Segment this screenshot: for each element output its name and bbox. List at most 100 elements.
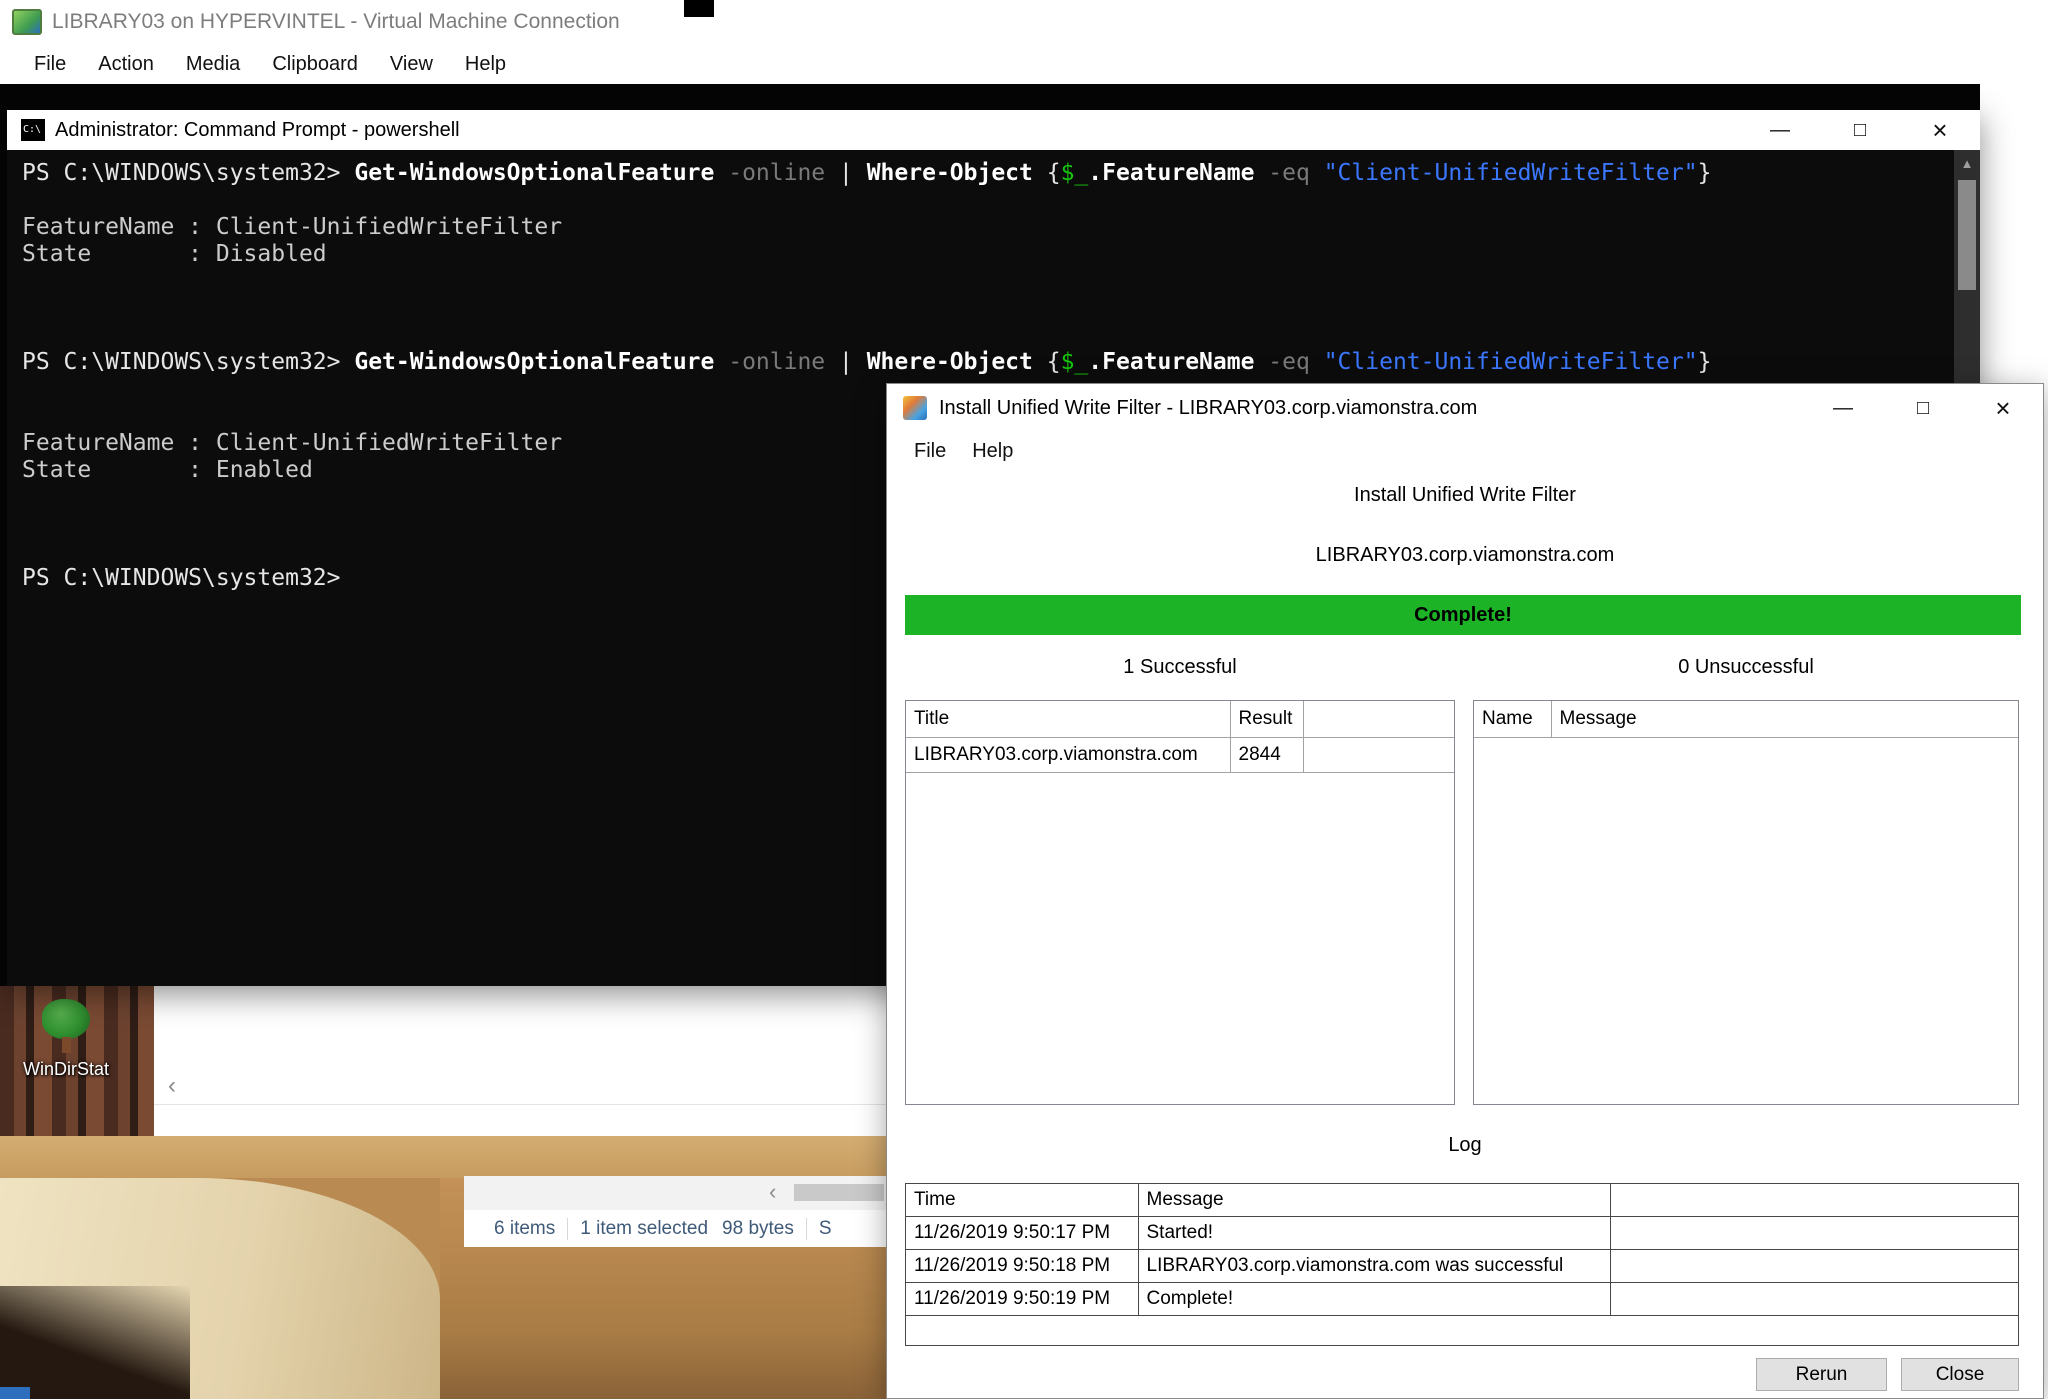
powershell-titlebar[interactable]: C:\ Administrator: Command Prompt - powe… xyxy=(7,110,1980,150)
close-dialog-button[interactable]: Close xyxy=(1901,1358,2019,1391)
console-line: PS C:\WINDOWS\system32> Get-WindowsOptio… xyxy=(22,160,1940,187)
status-cut-text: S xyxy=(819,1218,832,1240)
wallpaper-wood-band xyxy=(0,1136,886,1178)
table-cell: Complete! xyxy=(1138,1283,1610,1316)
column-header[interactable]: Message xyxy=(1551,701,2018,738)
table-row[interactable]: 11/26/2019 9:50:18 PMLIBRARY03.corp.viam… xyxy=(906,1250,2018,1283)
table-row[interactable]: LIBRARY03.corp.viamonstra.com2844 xyxy=(906,738,1454,773)
log-section-label: Log xyxy=(887,1134,2043,1157)
menu-item-media[interactable]: Media xyxy=(170,53,256,76)
screen: LIBRARY03 on HYPERVINTEL - Virtual Machi… xyxy=(0,0,2048,1399)
window-controls: — □ × xyxy=(1803,388,2043,428)
console-line: PS C:\WINDOWS\system32> Get-WindowsOptio… xyxy=(22,349,1940,376)
close-button[interactable]: × xyxy=(1900,110,1980,150)
unsuccessful-count-label: 0 Unsuccessful xyxy=(1473,656,2019,679)
success-table: TitleResult LIBRARY03.corp.viamonstra.co… xyxy=(906,701,1454,773)
status-selected-size: 98 bytes xyxy=(722,1218,794,1240)
desktop-icon-windirstat[interactable]: WinDirStat xyxy=(18,999,114,1099)
menu-item-file[interactable]: File xyxy=(901,440,959,463)
dialog-title: Install Unified Write Filter - LIBRARY03… xyxy=(939,397,1477,420)
menu-item-help[interactable]: Help xyxy=(959,440,1026,463)
horizontal-scrollbar[interactable]: ‹ xyxy=(464,1176,886,1210)
table-header-row: TimeMessage xyxy=(906,1184,2018,1217)
progress-bar: Complete! xyxy=(905,595,2021,635)
explorer-status-bar: 6 items 1 item selected 98 bytes S xyxy=(464,1210,886,1247)
windirstat-icon xyxy=(37,999,95,1055)
installer-app-icon xyxy=(903,396,927,420)
unsuccessful-list: NameMessage xyxy=(1473,700,2019,1105)
menu-item-clipboard[interactable]: Clipboard xyxy=(256,53,374,76)
column-header[interactable]: Name xyxy=(1474,701,1551,738)
console-line: FeatureName : Client-UnifiedWriteFilter xyxy=(22,214,1940,241)
table-cell: 2844 xyxy=(1230,738,1303,773)
vm-menubar: FileActionMediaClipboardViewHelp xyxy=(0,44,2048,84)
dialog-menubar: FileHelp xyxy=(887,432,2043,471)
menu-item-view[interactable]: View xyxy=(374,53,449,76)
successful-list: TitleResult LIBRARY03.corp.viamonstra.co… xyxy=(905,700,1455,1105)
successful-count-label: 1 Successful xyxy=(905,656,1455,679)
table-cell: LIBRARY03.corp.viamonstra.com was succes… xyxy=(1138,1250,1610,1283)
menu-item-file[interactable]: File xyxy=(18,53,82,76)
console-line xyxy=(22,187,1940,214)
scrollbar-thumb[interactable] xyxy=(794,1184,884,1201)
vm-window-titlebar[interactable]: LIBRARY03 on HYPERVINTEL - Virtual Machi… xyxy=(0,0,2048,44)
vm-window-title: LIBRARY03 on HYPERVINTEL - Virtual Machi… xyxy=(52,10,620,34)
table-cell: LIBRARY03.corp.viamonstra.com xyxy=(906,738,1230,773)
maximize-button[interactable]: □ xyxy=(1883,388,1963,428)
top-notch xyxy=(684,0,714,17)
table-cell xyxy=(1610,1250,2018,1283)
table-cell: 11/26/2019 9:50:19 PM xyxy=(906,1283,1138,1316)
hyperv-icon xyxy=(12,9,42,35)
background-window-sliver xyxy=(0,1387,30,1399)
minimize-button[interactable]: — xyxy=(1803,388,1883,428)
close-button[interactable]: × xyxy=(1963,388,2043,428)
powershell-window-title: Administrator: Command Prompt - powershe… xyxy=(55,119,460,142)
table-header-row: NameMessage xyxy=(1474,701,2018,738)
column-header[interactable]: Message xyxy=(1138,1184,1610,1217)
column-header[interactable] xyxy=(1303,701,1454,738)
desktop-icon-label: WinDirStat xyxy=(18,1059,114,1080)
status-selected-count: 1 item selected xyxy=(580,1218,708,1240)
console-line xyxy=(22,268,1940,295)
column-header[interactable]: Time xyxy=(906,1184,1138,1217)
scroll-left-arrow-icon[interactable]: ‹ xyxy=(769,1181,776,1203)
target-computer-name: LIBRARY03.corp.viamonstra.com xyxy=(887,544,2043,567)
table-cell: Started! xyxy=(1138,1217,1610,1250)
column-header[interactable] xyxy=(1610,1184,2018,1217)
rerun-button[interactable]: Rerun xyxy=(1756,1358,1887,1391)
menu-item-action[interactable]: Action xyxy=(82,53,170,76)
scroll-left-arrow-icon[interactable]: ‹ xyxy=(168,1074,176,1098)
log-list: TimeMessage 11/26/2019 9:50:17 PMStarted… xyxy=(905,1183,2019,1346)
menu-item-help[interactable]: Help xyxy=(449,53,522,76)
table-cell xyxy=(1610,1217,2018,1250)
fail-table: NameMessage xyxy=(1474,701,2018,738)
table-cell: 11/26/2019 9:50:18 PM xyxy=(906,1250,1138,1283)
install-uwf-dialog: Install Unified Write Filter - LIBRARY03… xyxy=(886,383,2044,1399)
dialog-heading: Install Unified Write Filter xyxy=(887,484,2043,507)
table-cell: 11/26/2019 9:50:17 PM xyxy=(906,1217,1138,1250)
vm-display-band xyxy=(0,84,1980,110)
explorer-statusbar-fragment: ‹ 6 items 1 item selected 98 bytes S xyxy=(464,1176,886,1247)
explorer-window-fragment: ‹ xyxy=(154,986,886,1136)
console-line: State : Disabled xyxy=(22,241,1940,268)
progress-label: Complete! xyxy=(1414,604,1512,627)
console-line xyxy=(22,322,1940,349)
console-line xyxy=(22,295,1940,322)
scroll-up-arrow-icon[interactable]: ▲ xyxy=(1954,150,1980,176)
table-header-row: TitleResult xyxy=(906,701,1454,738)
column-header[interactable]: Result xyxy=(1230,701,1303,738)
status-items-count: 6 items xyxy=(494,1218,555,1240)
minimize-button[interactable]: — xyxy=(1740,110,1820,150)
log-table: TimeMessage 11/26/2019 9:50:17 PMStarted… xyxy=(906,1184,2018,1316)
wallpaper-shadow xyxy=(0,1286,190,1399)
dialog-titlebar[interactable]: Install Unified Write Filter - LIBRARY03… xyxy=(887,384,2043,432)
table-cell xyxy=(1610,1283,2018,1316)
table-row[interactable]: 11/26/2019 9:50:19 PMComplete! xyxy=(906,1283,2018,1316)
cmd-icon: C:\ xyxy=(21,119,45,141)
window-controls: — □ × xyxy=(1740,110,1980,150)
scrollbar-thumb[interactable] xyxy=(1958,180,1976,290)
column-header[interactable]: Title xyxy=(906,701,1230,738)
table-row[interactable]: 11/26/2019 9:50:17 PMStarted! xyxy=(906,1217,2018,1250)
maximize-button[interactable]: □ xyxy=(1820,110,1900,150)
vm-display-left-edge xyxy=(0,84,7,986)
